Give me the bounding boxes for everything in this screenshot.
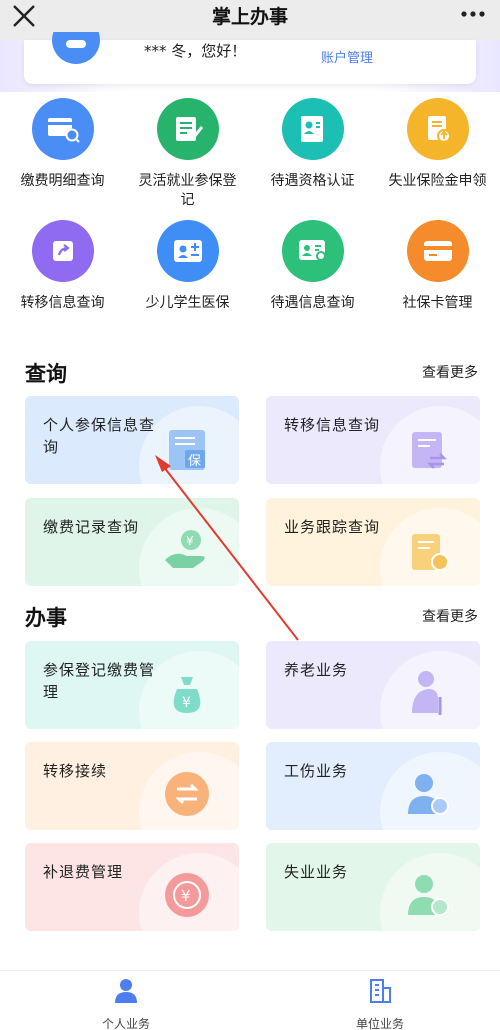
card-business-tracking-query[interactable]: 业务跟踪查询 xyxy=(266,498,480,586)
avatar-icon xyxy=(52,32,100,64)
card-refund-management[interactable]: 补退费管理 ¥ xyxy=(25,843,239,931)
grid-item-social-card[interactable]: 社保卡管理 xyxy=(375,220,500,313)
svg-text:¥: ¥ xyxy=(181,887,191,905)
tracking-doc-icon xyxy=(402,524,454,576)
card-unemployment-business[interactable]: 失业业务 xyxy=(266,843,480,931)
building-icon xyxy=(370,979,391,1003)
transfer-circle-icon xyxy=(161,768,213,820)
query-section-title: 查询 xyxy=(25,362,67,386)
money-bag-icon: ¥ xyxy=(161,667,213,719)
affairs-section-title: 办事 xyxy=(25,606,67,630)
grid-item-flexible-employment[interactable]: 灵活就业参保登记 xyxy=(125,98,250,210)
grid-item-benefit-info[interactable]: 待遇信息查询 xyxy=(250,220,375,313)
payment-hand-icon: ¥ xyxy=(161,524,213,576)
card-transfer-info-query[interactable]: 转移信息查询 xyxy=(266,396,480,484)
svg-text:¥: ¥ xyxy=(182,695,191,711)
refund-icon: ¥ xyxy=(161,869,213,921)
grid-item-payment-detail[interactable]: 缴费明细查询 xyxy=(0,98,125,191)
card-personal-insurance-info[interactable]: 个人参保信息查询 保 xyxy=(25,396,239,484)
bottom-tab-bar: 个人业务 单位业务 xyxy=(0,970,500,1030)
card-search-icon xyxy=(31,98,94,160)
svg-text:¥: ¥ xyxy=(186,534,194,548)
page-title: 掌上办事 xyxy=(211,6,288,28)
account-management-link[interactable]: 账户管理 xyxy=(321,47,373,66)
card-payment-record-query[interactable]: 缴费记录查询 ¥ xyxy=(25,498,239,586)
person-icon xyxy=(115,979,137,1003)
id-search-icon xyxy=(281,220,344,282)
elderly-icon xyxy=(402,667,454,719)
query-see-more-link[interactable]: 查看更多 xyxy=(422,362,478,382)
greeting-text: *** 冬，您好！ xyxy=(144,42,247,60)
tab-personal-business[interactable]: 个人业务 xyxy=(66,977,186,1030)
injury-user-icon xyxy=(402,768,454,820)
insurance-doc-icon: 保 xyxy=(161,422,213,474)
card-pension-business[interactable]: 养老业务 xyxy=(266,641,480,729)
social-card-icon xyxy=(406,220,469,282)
grid-item-unemployment-claim[interactable]: 失业保险金申领 xyxy=(375,98,500,191)
greeting-card: *** 冬，您好！ 账户管理 xyxy=(24,32,476,84)
unemployed-user-icon xyxy=(402,869,454,921)
svg-text:保: 保 xyxy=(188,454,201,469)
form-edit-icon xyxy=(156,98,219,160)
id-verify-icon xyxy=(281,98,344,160)
transfer-doc-icon xyxy=(402,422,454,474)
card-work-injury-business[interactable]: 工伤业务 xyxy=(266,742,480,830)
grid-item-transfer-info[interactable]: 转移信息查询 xyxy=(0,220,125,313)
grid-item-qualification-cert[interactable]: 待遇资格认证 xyxy=(250,98,375,191)
grid-item-student-medical[interactable]: 少儿学生医保 xyxy=(125,220,250,313)
student-card-icon xyxy=(156,220,219,282)
card-insurance-registration-payment[interactable]: 参保登记缴费管理 ¥ xyxy=(25,641,239,729)
card-transfer-continuation[interactable]: 转移接续 xyxy=(25,742,239,830)
more-options-icon[interactable] xyxy=(460,4,486,24)
doc-upload-icon xyxy=(406,98,469,160)
affairs-see-more-link[interactable]: 查看更多 xyxy=(422,606,478,626)
tab-unit-business[interactable]: 单位业务 xyxy=(320,977,440,1030)
user-name: *** 冬 xyxy=(144,42,187,60)
transfer-share-icon xyxy=(31,220,94,282)
